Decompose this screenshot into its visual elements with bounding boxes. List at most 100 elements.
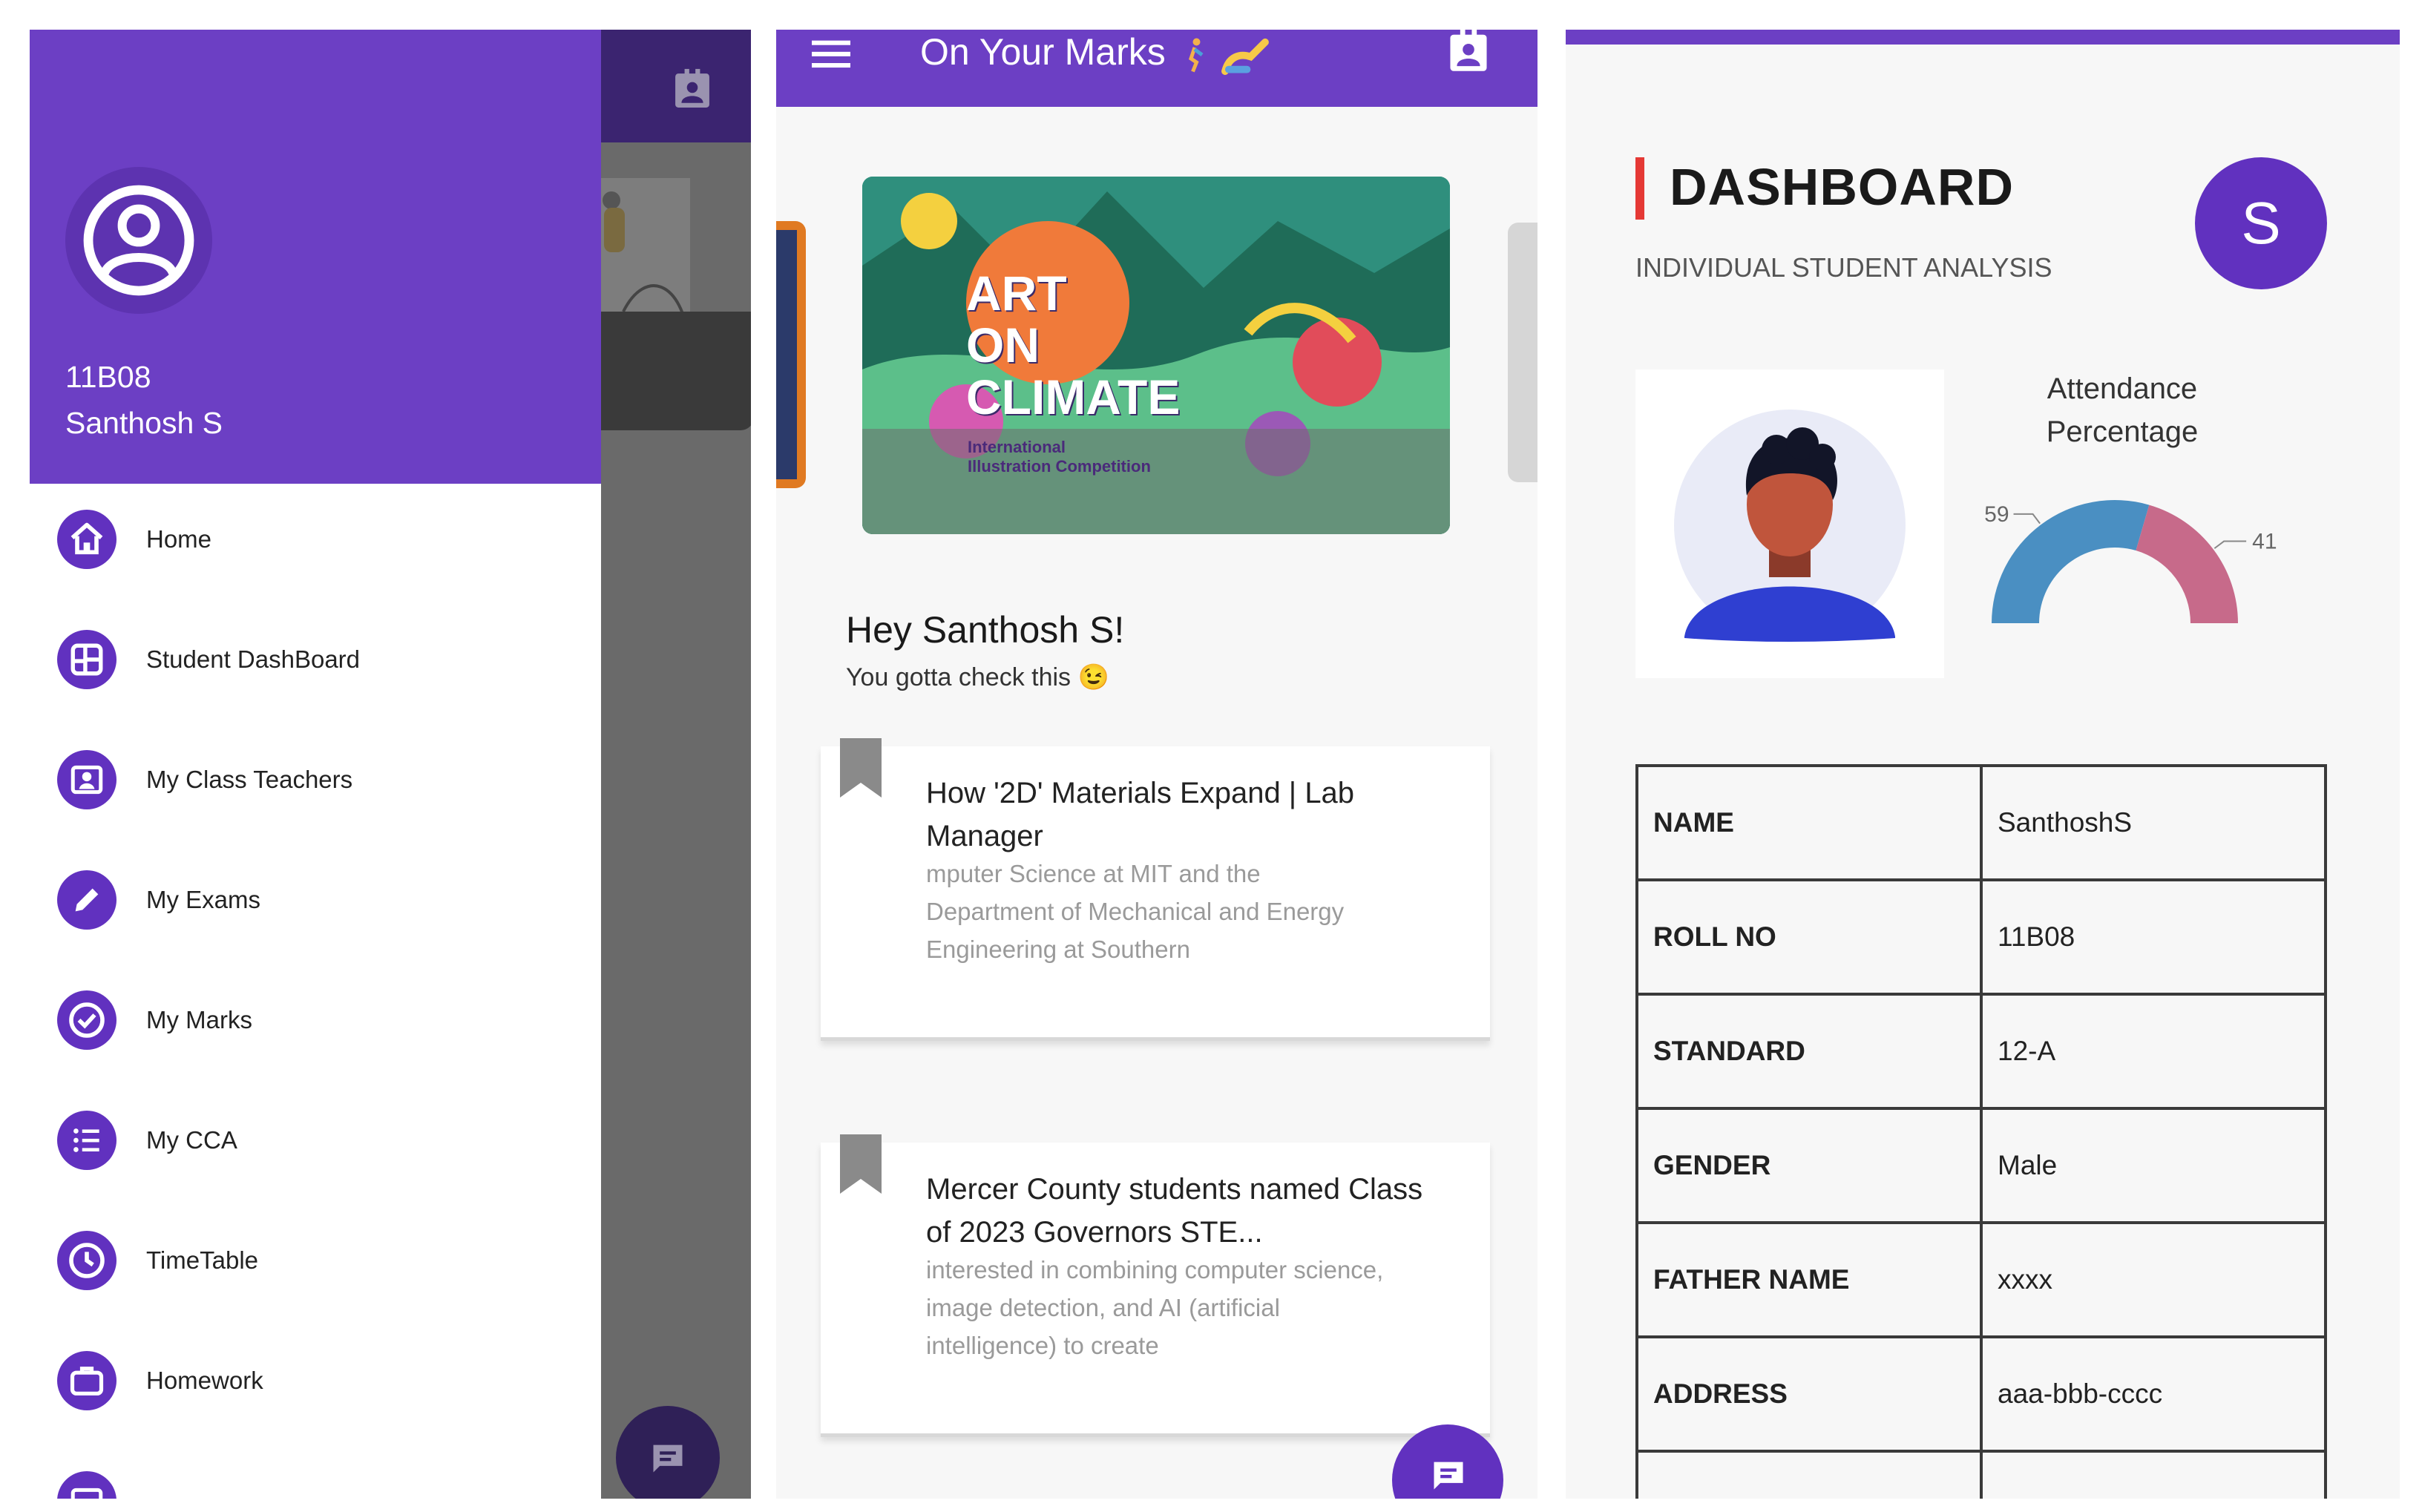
dimmed-app-bar bbox=[601, 30, 751, 142]
nav-item-my-exams[interactable]: My Exams bbox=[30, 852, 601, 948]
banner-caption-line: Illustration Competition bbox=[968, 457, 1151, 476]
wink-emoji: 😉 bbox=[1077, 663, 1109, 691]
pencil-icon bbox=[57, 870, 116, 930]
carousel-next-card[interactable] bbox=[1508, 223, 1537, 482]
bookmark-icon[interactable] bbox=[840, 737, 882, 798]
drawer-header: 11B08 Santhosh S bbox=[30, 30, 601, 484]
greeting-subtitle-text: You gotta check this bbox=[846, 663, 1071, 691]
news-title: How '2D' Materials Expand | Lab Manager bbox=[926, 777, 1355, 852]
dimmed-chat-button bbox=[616, 1406, 720, 1499]
nav-item-student-dashboard[interactable]: Student DashBoard bbox=[30, 611, 601, 708]
table-value: 12-A bbox=[1980, 993, 2327, 1110]
banner-headline: ART ON CLIMATE bbox=[966, 267, 1180, 423]
app-bar-strip bbox=[1566, 30, 2400, 45]
user-avatar[interactable] bbox=[65, 167, 212, 314]
nav-item-my-marks[interactable]: My Marks bbox=[30, 972, 601, 1068]
home-feed-screen: On Your Marks ART ON CLIMATE Internation… bbox=[776, 30, 1537, 1499]
user-avatar[interactable]: S bbox=[2195, 157, 2327, 289]
writing-hand-icon bbox=[1221, 38, 1269, 75]
news-card[interactable]: How '2D' Materials Expand | Lab Manager … bbox=[821, 738, 1490, 1041]
home-icon bbox=[57, 510, 116, 569]
table-value: xxxx bbox=[1980, 1221, 2327, 1338]
news-card[interactable]: Mercer County students named Class of 20… bbox=[821, 1134, 1490, 1437]
table-key: NAME bbox=[1635, 764, 1983, 881]
nav-item-my-class-teachers[interactable]: My Class Teachers bbox=[30, 732, 601, 828]
bookmark-icon[interactable] bbox=[840, 1134, 882, 1194]
nav-item-my-cca[interactable]: My CCA bbox=[30, 1092, 601, 1189]
news-snippet: interested in combining computer science… bbox=[926, 1256, 1384, 1359]
drawer: 11B08 Santhosh S Home Student DashBoard … bbox=[30, 30, 601, 1499]
check-circle-icon bbox=[57, 990, 116, 1050]
nav-label: TimeTable bbox=[146, 1246, 258, 1274]
user-id: 11B08 bbox=[65, 360, 151, 394]
chart-segment bbox=[2136, 504, 2238, 623]
banner-caption: International Illustration Competition bbox=[968, 438, 1151, 476]
nav-label: Homework bbox=[146, 1367, 263, 1394]
menu-icon[interactable] bbox=[812, 37, 850, 70]
navigation-drawer-screen: 11B08 Santhosh S Home Student DashBoard … bbox=[30, 30, 751, 1499]
app-title: On Your Marks bbox=[920, 30, 1270, 75]
chat-icon bbox=[1434, 1462, 1463, 1490]
table-value bbox=[1980, 1450, 2327, 1499]
nav-item-partial[interactable] bbox=[30, 1453, 601, 1499]
table-row bbox=[1635, 1450, 2327, 1499]
nav-label: My Class Teachers bbox=[146, 766, 353, 793]
chart-segment bbox=[1992, 500, 2150, 623]
nav-item-homework[interactable]: Homework bbox=[30, 1332, 601, 1429]
banner-line: CLIMATE bbox=[966, 369, 1181, 424]
title-accent-bar bbox=[1635, 157, 1644, 220]
chart-leader-line bbox=[2213, 540, 2247, 549]
calendar-icon bbox=[57, 1471, 116, 1499]
banner-line: ON bbox=[966, 318, 1040, 372]
table-key: ROLL NO bbox=[1635, 878, 1983, 996]
table-key: ADDRESS bbox=[1635, 1335, 1983, 1453]
nav-label: Home bbox=[146, 525, 212, 553]
banner-card[interactable]: ART ON CLIMATE International Illustratio… bbox=[862, 177, 1450, 534]
nav-label: Student DashBoard bbox=[146, 645, 361, 673]
dimmed-banner-card bbox=[601, 312, 751, 430]
nav-label: My CCA bbox=[146, 1126, 237, 1154]
table-key: GENDER bbox=[1635, 1107, 1983, 1224]
student-info-table: NAME SanthoshS ROLL NO 11B08 STANDARD 12-A GEN… bbox=[1635, 764, 2327, 1499]
contact-badge-icon[interactable] bbox=[1448, 30, 1489, 73]
chart-leader-line bbox=[2013, 513, 2041, 525]
user-name: Santhosh S bbox=[65, 406, 223, 440]
app-bar: On Your Marks bbox=[776, 30, 1537, 107]
briefcase-icon bbox=[57, 1351, 116, 1410]
chat-icon bbox=[653, 1444, 683, 1473]
clock-icon bbox=[57, 1231, 116, 1290]
table-value: aaa-bbb-cccc bbox=[1980, 1335, 2327, 1453]
banner-line: ART bbox=[966, 266, 1067, 321]
table-row: NAME SanthoshS bbox=[1635, 764, 2327, 881]
attendance-label-line: Attendance bbox=[2047, 372, 2198, 405]
carousel-prev-card-art bbox=[776, 230, 797, 479]
attendance-label-line: Percentage bbox=[2046, 415, 2199, 448]
app-title-text: On Your Marks bbox=[920, 31, 1166, 73]
news-snippet: mputer Science at MIT and the Department… bbox=[926, 860, 1345, 963]
attendance-label: Attendance Percentage bbox=[1981, 367, 2263, 453]
runner-icon bbox=[1188, 38, 1204, 73]
nav-item-timetable[interactable]: TimeTable bbox=[30, 1212, 601, 1309]
nav-label: My Marks bbox=[146, 1006, 252, 1033]
chart-data-label: 59 bbox=[1984, 502, 2009, 527]
table-key: FATHER NAME bbox=[1635, 1221, 1983, 1338]
attendance-chart: 59 41 bbox=[1984, 500, 2277, 623]
banner-caption-line: International bbox=[968, 438, 1066, 456]
table-value: SanthoshS bbox=[1980, 764, 2327, 881]
news-title: Mercer County students named Class of 20… bbox=[926, 1173, 1423, 1249]
dashboard-icon bbox=[57, 630, 116, 689]
student-avatar-illustration bbox=[1674, 410, 1906, 642]
table-row: ROLL NO 11B08 bbox=[1635, 878, 2327, 996]
nav-item-home[interactable]: Home bbox=[30, 491, 601, 588]
greeting-title: Hey Santhosh S! bbox=[846, 609, 1125, 651]
profile-picture bbox=[1635, 369, 1944, 678]
greeting-subtitle: You gotta check this 😉 bbox=[846, 663, 1109, 692]
table-key bbox=[1635, 1450, 1983, 1499]
teacher-badge-icon bbox=[57, 750, 116, 809]
table-value: Male bbox=[1980, 1107, 2327, 1224]
nav-label: My Exams bbox=[146, 886, 261, 913]
table-row: FATHER NAME xxxx bbox=[1635, 1221, 2327, 1338]
list-icon bbox=[57, 1111, 116, 1170]
table-row: ADDRESS aaa-bbb-cccc bbox=[1635, 1335, 2327, 1453]
contact-badge-icon bbox=[675, 68, 709, 108]
